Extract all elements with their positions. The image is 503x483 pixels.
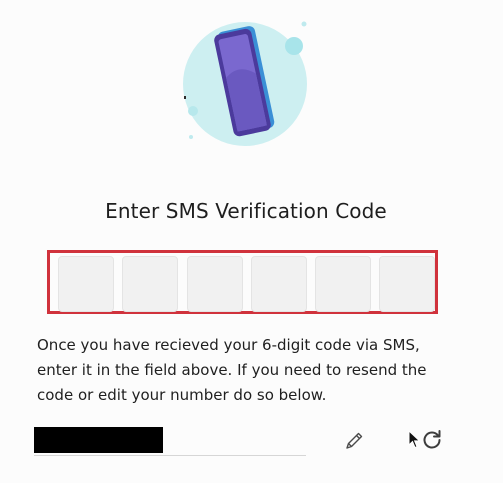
refresh-icon bbox=[423, 430, 441, 449]
resend-code-button[interactable] bbox=[418, 426, 446, 454]
pencil-icon bbox=[346, 432, 363, 449]
phone-illustration-icon bbox=[183, 21, 307, 146]
page-title: Enter SMS Verification Code bbox=[105, 199, 387, 223]
code-digit-input-3[interactable] bbox=[187, 256, 243, 312]
code-digit-input-5[interactable] bbox=[315, 256, 371, 312]
edit-number-button[interactable] bbox=[340, 427, 368, 455]
phone-number-field[interactable] bbox=[34, 427, 306, 456]
code-digit-input-1[interactable] bbox=[58, 256, 114, 312]
code-digit-input-2[interactable] bbox=[122, 256, 178, 312]
sms-verification-page: Enter SMS Verification Code Once you hav… bbox=[0, 0, 503, 483]
code-digit-input-4[interactable] bbox=[251, 256, 307, 312]
instructions-text: Once you have recieved your 6-digit code… bbox=[37, 336, 427, 404]
code-digit-input-6[interactable] bbox=[379, 256, 435, 312]
phone-number-redacted bbox=[34, 427, 163, 453]
